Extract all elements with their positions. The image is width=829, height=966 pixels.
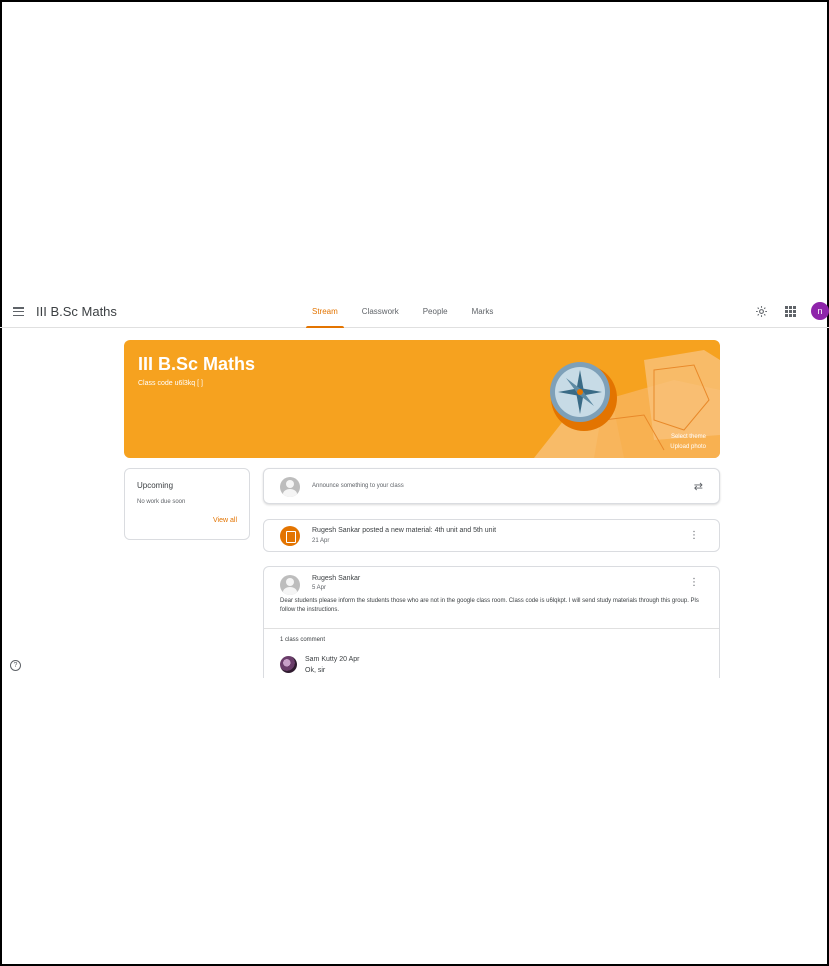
comment-date: 20 Apr	[339, 656, 360, 663]
banner-title: III B.Sc Maths	[138, 354, 256, 374]
apps-grid-icon[interactable]	[785, 306, 796, 317]
comment-author: Sam Kutty 20 Apr	[305, 656, 360, 663]
post-author: Rugesh Sankar	[312, 575, 361, 582]
material-date: 21 Apr	[312, 538, 330, 544]
comment-author-name: Sam Kutty	[305, 656, 338, 663]
banner-links: Select theme Upload photo	[670, 432, 706, 452]
user-avatar	[280, 477, 300, 497]
announce-box[interactable]: Announce something to your class ⇄	[263, 468, 720, 504]
view-all-link[interactable]: View all	[213, 517, 237, 524]
tab-people[interactable]: People	[411, 296, 460, 328]
post-date: 5 Apr	[312, 585, 327, 591]
upcoming-panel: Upcoming No work due soon View all	[124, 468, 250, 540]
divider	[264, 628, 719, 629]
post-body: Dear students please inform the students…	[280, 598, 699, 613]
material-icon	[280, 526, 300, 546]
material-text[interactable]: Rugesh Sankar posted a new material: 4th…	[312, 527, 496, 534]
announcement-post: Rugesh Sankar 5 Apr ⋮ Dear students plea…	[263, 566, 720, 678]
class-title[interactable]: III B.Sc Maths	[36, 304, 117, 319]
upcoming-empty-text: No work due soon	[137, 499, 186, 505]
class-code[interactable]: Class code u6l3kq [ ]	[138, 380, 203, 387]
commenter-avatar	[280, 656, 297, 673]
upcoming-title: Upcoming	[137, 481, 174, 490]
more-options-icon[interactable]: ⋮	[689, 530, 699, 541]
top-bar: III B.Sc Maths Stream Classwork People M…	[0, 296, 829, 328]
upload-photo-link[interactable]: Upload photo	[670, 442, 706, 452]
class-banner: III B.Sc Maths Class code u6l3kq [ ] Sel…	[124, 340, 720, 458]
select-theme-link[interactable]: Select theme	[670, 432, 706, 442]
comment-text: Ok, sir	[305, 667, 326, 674]
tab-bar: Stream Classwork People Marks	[300, 296, 505, 328]
announce-placeholder[interactable]: Announce something to your class	[312, 483, 404, 489]
menu-icon[interactable]	[13, 307, 24, 316]
tab-stream[interactable]: Stream	[300, 296, 350, 328]
more-options-icon[interactable]: ⋮	[689, 577, 699, 588]
gear-icon[interactable]	[755, 305, 768, 318]
tab-classwork[interactable]: Classwork	[350, 296, 411, 328]
account-avatar[interactable]: n	[811, 302, 829, 320]
help-icon[interactable]: ?	[10, 660, 21, 671]
author-avatar	[280, 575, 300, 595]
repost-icon[interactable]: ⇄	[694, 480, 703, 493]
class-comments-link[interactable]: 1 class comment	[280, 637, 325, 643]
tab-marks[interactable]: Marks	[460, 296, 506, 328]
material-post[interactable]: Rugesh Sankar posted a new material: 4th…	[263, 519, 720, 552]
